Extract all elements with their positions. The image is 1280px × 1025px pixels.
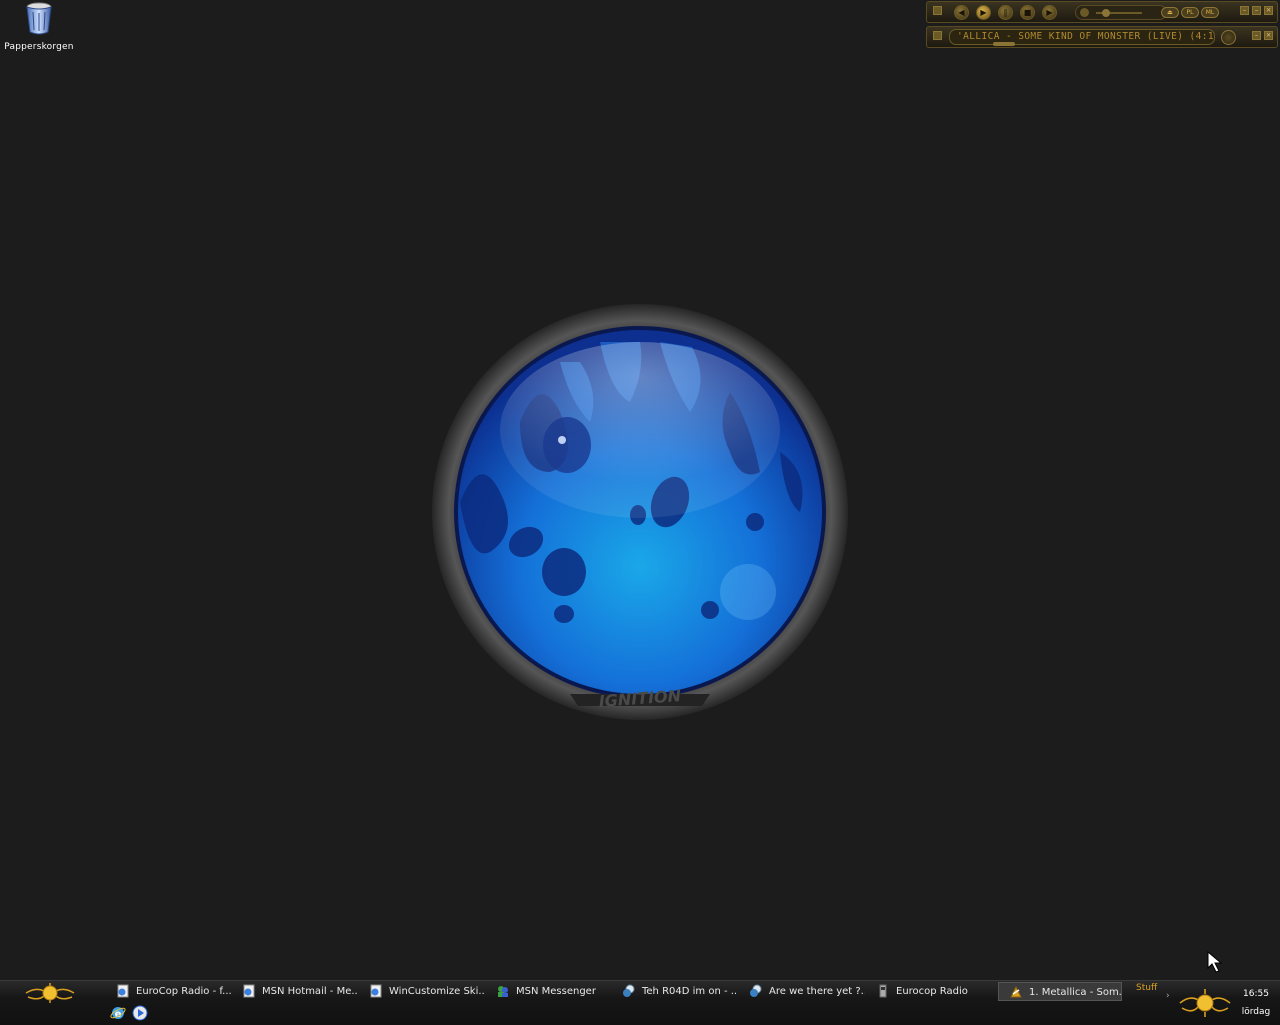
toolbar-stuff-label[interactable]: Stuff [1136, 983, 1157, 993]
pl-button[interactable]: PL [1181, 7, 1199, 18]
task-chat-teh-r04d[interactable]: Teh R04D im on - ... [622, 982, 738, 1001]
media-player-window: ◀ ▶ ‖ ■ ▶ ⏏ PL ML – – × 'ALLICA - SOME K… [926, 0, 1278, 50]
stop-icon[interactable]: ■ [1020, 5, 1035, 20]
clock-time: 16:55 [1243, 989, 1269, 999]
volume-thumb[interactable] [1102, 9, 1110, 17]
ie-page-icon [370, 984, 382, 998]
messenger-icon [498, 986, 508, 997]
internet-explorer-icon[interactable]: e [110, 1005, 126, 1021]
task-eurocop-radio[interactable]: Eurocop Radio [876, 982, 992, 1001]
eject-button[interactable]: ⏏ [1161, 7, 1179, 18]
equalizer-icon[interactable] [1221, 30, 1236, 45]
task-label: 1. Metallica - Som... [1029, 987, 1122, 998]
minimize-icon[interactable]: – [1240, 6, 1249, 15]
track-title-display: 'ALLICA - SOME KIND OF MONSTER (LIVE) (4… [949, 29, 1215, 45]
next-icon[interactable]: ▶ [1042, 5, 1057, 20]
previous-icon[interactable]: ◀ [954, 5, 969, 20]
task-label: MSN Hotmail - Me... [262, 986, 358, 997]
task-winamp-metallica[interactable]: 1. Metallica - Som... [998, 982, 1122, 1001]
ignition-orb-wallpaper: IGNITION [432, 304, 848, 720]
speaker-icon [1080, 8, 1089, 17]
radio-icon [879, 984, 887, 998]
desktop-icon-recycle-bin[interactable]: Papperskorgen [2, 2, 76, 52]
clock[interactable]: 16:55 lördag [1236, 985, 1276, 1021]
pause-icon[interactable]: ‖ [998, 5, 1013, 20]
player-main-bar: ◀ ▶ ‖ ■ ▶ ⏏ PL ML – – × [926, 1, 1278, 23]
recycle-bin-icon [26, 2, 52, 35]
task-eurocop-radio-browser[interactable]: EuroCop Radio - f... [116, 982, 232, 1001]
seek-bar[interactable] [993, 42, 1015, 46]
player-display-bar: 'ALLICA - SOME KIND OF MONSTER (LIVE) (4… [926, 26, 1278, 48]
mouse-cursor-icon [1207, 950, 1223, 973]
chat-icon [750, 984, 762, 997]
sun-logo-icon [1179, 989, 1231, 1017]
minimize-icon[interactable]: – [1252, 31, 1261, 40]
task-msn-hotmail[interactable]: MSN Hotmail - Me... [242, 982, 358, 1001]
winamp-icon [1010, 985, 1022, 998]
close-icon[interactable]: × [1264, 31, 1273, 40]
player-menu-icon[interactable] [933, 31, 942, 40]
task-label: EuroCop Radio - f... [136, 986, 232, 997]
task-label: Teh R04D im on - ... [642, 986, 738, 997]
task-wincustomize[interactable]: WinCustomize Ski... [369, 982, 485, 1001]
task-label: Are we there yet ?... [769, 986, 865, 997]
ml-button[interactable]: ML [1201, 7, 1219, 18]
chat-icon [623, 984, 635, 997]
play-icon[interactable]: ▶ [976, 5, 991, 20]
player-menu-icon[interactable] [933, 6, 942, 15]
close-icon[interactable]: × [1264, 6, 1273, 15]
clock-day: lördag [1241, 1007, 1271, 1017]
shade-icon[interactable]: – [1252, 6, 1261, 15]
task-chat-are-we-there-yet[interactable]: Are we there yet ?... [749, 982, 865, 1001]
taskbar: e EuroCop Radio - f... MSN Hotmail - Me.… [0, 980, 1280, 1025]
tray-chevron-icon[interactable]: › [1166, 991, 1170, 1001]
ie-page-icon [243, 984, 255, 998]
task-label: WinCustomize Ski... [389, 986, 485, 997]
desktop-icon-label: Papperskorgen [4, 42, 74, 52]
media-player-icon[interactable] [132, 1005, 148, 1021]
ie-page-icon [117, 984, 129, 998]
task-label: Eurocop Radio [896, 986, 968, 997]
volume-slider[interactable] [1075, 5, 1167, 20]
start-button[interactable] [22, 981, 78, 1005]
task-msn-messenger[interactable]: MSN Messenger [496, 982, 612, 1001]
task-label: MSN Messenger [516, 986, 596, 997]
